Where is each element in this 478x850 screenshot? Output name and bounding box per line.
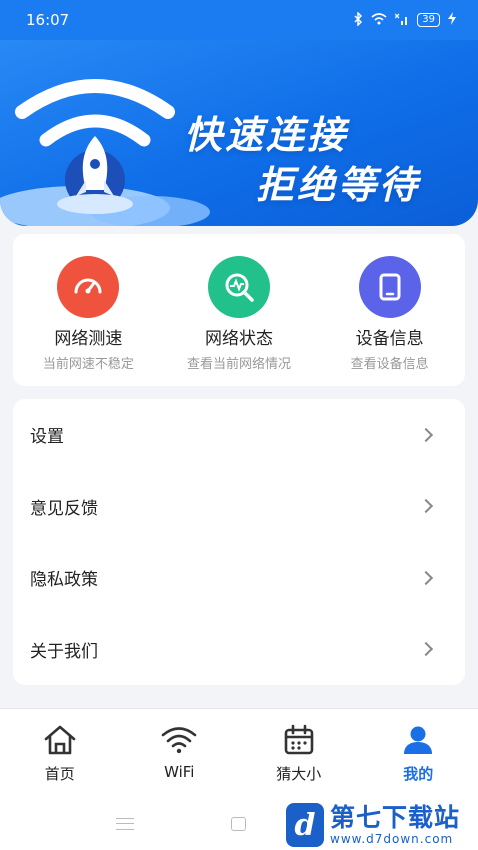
feature-card: 网络测速 当前网速不稳定 网络状态 查看当前网络情况 设备信息 查看设备信息 — [13, 234, 465, 386]
home-icon — [42, 723, 78, 757]
home-button-icon[interactable] — [231, 817, 246, 831]
menu-item-settings[interactable]: 设置 — [13, 399, 465, 471]
menu-item-label: 隐私政策 — [30, 570, 98, 591]
nav-label: WiFi — [164, 763, 195, 781]
feature-device-info[interactable]: 设备信息 查看设备信息 — [315, 256, 465, 372]
status-time: 16:07 — [26, 11, 70, 29]
watermark-name: 第七下载站 — [330, 803, 461, 832]
watermark-url: www.d7down.com — [330, 832, 454, 846]
banner-slogan-line2: 拒绝等待 — [256, 163, 421, 207]
feature-subtitle: 当前网速不稳定 — [42, 357, 134, 372]
menu-item-feedback[interactable]: 意见反馈 — [13, 471, 465, 543]
bluetooth-icon — [353, 10, 363, 29]
nav-label: 猜大小 — [276, 765, 322, 783]
wifi-icon — [161, 723, 197, 757]
nav-item-mine[interactable]: 我的 — [359, 709, 478, 796]
chevron-right-icon — [418, 499, 434, 514]
nav-label: 首页 — [44, 765, 75, 783]
person-icon — [400, 723, 436, 757]
chevron-right-icon — [418, 642, 434, 657]
banner-slogan-line1: 快速连接 — [184, 113, 349, 157]
feature-subtitle: 查看当前网络情况 — [186, 357, 291, 372]
nav-label: 我的 — [403, 765, 434, 783]
nav-item-home[interactable]: 首页 — [0, 709, 120, 796]
menu-item-privacy[interactable]: 隐私政策 — [13, 542, 465, 614]
wifi-icon — [371, 12, 387, 28]
watermark: d 第七下载站 www.d7down.com — [286, 800, 476, 850]
battery-icon: 39 — [417, 13, 440, 27]
menu-item-label: 关于我们 — [30, 641, 98, 662]
network-search-icon — [207, 256, 270, 318]
feature-title: 网络测速 — [54, 329, 123, 349]
charging-icon — [448, 12, 456, 28]
feature-title: 网络状态 — [204, 329, 273, 349]
feature-subtitle: 查看设备信息 — [350, 357, 429, 372]
recent-apps-icon[interactable] — [116, 818, 134, 830]
menu-item-about[interactable]: 关于我们 — [13, 614, 465, 686]
tablet-icon — [358, 256, 421, 318]
no-signal-icon — [394, 13, 409, 28]
menu-card: 设置 意见反馈 隐私政策 关于我们 — [13, 399, 465, 685]
watermark-logo: d — [286, 803, 324, 847]
speedometer-icon — [57, 256, 120, 318]
nav-item-wifi[interactable]: WiFi — [120, 709, 240, 796]
feature-network-status[interactable]: 网络状态 查看当前网络情况 — [164, 256, 314, 372]
menu-item-label: 设置 — [30, 427, 64, 448]
chevron-right-icon — [418, 570, 434, 585]
feature-title: 设备信息 — [355, 329, 424, 349]
status-bar: 16:07 39 — [0, 0, 478, 40]
chevron-right-icon — [418, 427, 434, 442]
calendar-icon — [281, 723, 317, 757]
menu-item-label: 意见反馈 — [30, 498, 98, 519]
nav-item-guess-size[interactable]: 猜大小 — [239, 709, 359, 796]
bottom-nav: 首页 WiFi 猜大小 我的 — [0, 708, 478, 796]
feature-speed-test[interactable]: 网络测速 当前网速不稳定 — [13, 256, 163, 372]
